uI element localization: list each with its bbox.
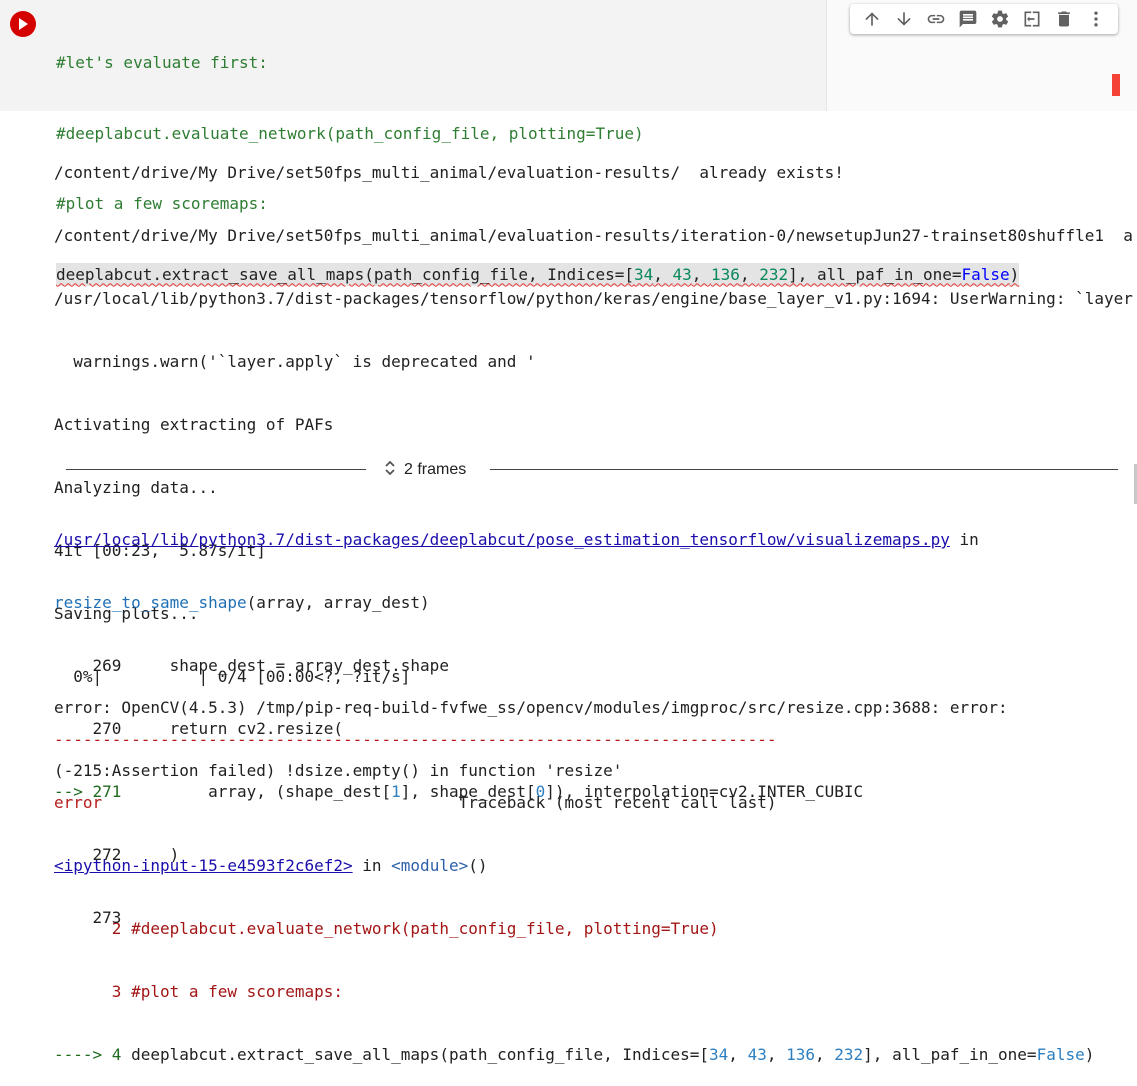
run-cell-button[interactable] <box>10 11 36 37</box>
play-icon <box>19 18 28 30</box>
function-name: resize_to_same_shape <box>54 593 247 612</box>
mirror-cell-icon[interactable] <box>1021 8 1043 30</box>
traceback-mid: ], all_paf_in_one= <box>863 1045 1037 1064</box>
frames-toggle[interactable]: 2 frames <box>384 458 466 482</box>
traceback-num: 43 <box>747 1045 767 1064</box>
frames-label: 2 frames <box>404 461 467 478</box>
final-error-line-2: (-215:Assertion failed) !dsize.empty() i… <box>54 761 623 780</box>
traceback-sep: , <box>728 1045 748 1064</box>
source-line-273: 273 <box>54 908 122 927</box>
final-error-line-1: error: OpenCV(4.5.3) /tmp/pip-req-build-… <box>54 698 1008 717</box>
comment-icon[interactable] <box>957 8 979 30</box>
divider-rule-right <box>490 469 1118 470</box>
trash-icon[interactable] <box>1053 8 1075 30</box>
link-icon[interactable] <box>925 8 947 30</box>
traceback-bool: False <box>1036 1045 1085 1064</box>
arrow-down-icon[interactable] <box>893 8 915 30</box>
divider-rule-left <box>66 469 366 470</box>
traceback-arrow: ----> 4 <box>54 1045 132 1064</box>
output-line: warnings.warn('`layer.apply` is deprecat… <box>54 352 536 371</box>
collapsed-frames-divider[interactable]: 2 frames <box>66 458 1118 482</box>
traceback-num: 136 <box>786 1045 815 1064</box>
final-error: error: OpenCV(4.5.3) /tmp/pip-req-build-… <box>54 655 1008 802</box>
visualizemaps-file-link[interactable]: /usr/local/lib/python3.7/dist-packages/d… <box>54 530 950 549</box>
code-cell[interactable]: #let's evaluate first: #deeplabcut.evalu… <box>0 0 1137 286</box>
traceback-num: 34 <box>709 1045 729 1064</box>
cursor-marker <box>1112 74 1120 96</box>
frame-function: resize_to_same_shape(array, array_dest) <box>54 592 979 613</box>
output-line: /content/drive/My Drive/set50fps_multi_a… <box>54 226 1133 245</box>
more-vert-icon[interactable] <box>1085 8 1107 30</box>
output-line: /content/drive/My Drive/set50fps_multi_a… <box>54 163 844 182</box>
traceback-line-3: 3 #plot a few scoremaps: <box>54 982 343 1001</box>
code-line-1: #let's evaluate first: <box>56 53 268 72</box>
output-line: /usr/local/lib/python3.7/dist-packages/t… <box>54 289 1133 308</box>
file-in-text: in <box>949 530 979 549</box>
traceback-end: ) <box>1084 1045 1095 1064</box>
unfold-icon <box>384 460 396 481</box>
traceback-call: deeplabcut.extract_save_all_maps(path_co… <box>131 1045 710 1064</box>
cell-toolbar <box>850 4 1118 34</box>
source-line-272: 272 ) <box>54 845 180 864</box>
traceback-sep: , <box>766 1045 787 1064</box>
gear-icon[interactable] <box>989 8 1011 30</box>
traceback-sep: , <box>815 1045 835 1064</box>
traceback-num: 232 <box>834 1045 864 1064</box>
output-line: Activating extracting of PAFs <box>54 415 334 434</box>
traceback-line-4: ----> 4 deeplabcut.extract_save_all_maps… <box>54 1044 1133 1065</box>
function-args: (array, array_dest) <box>246 593 430 612</box>
arrow-up-icon[interactable] <box>861 8 883 30</box>
frame-location: /usr/local/lib/python3.7/dist-packages/d… <box>54 529 979 550</box>
